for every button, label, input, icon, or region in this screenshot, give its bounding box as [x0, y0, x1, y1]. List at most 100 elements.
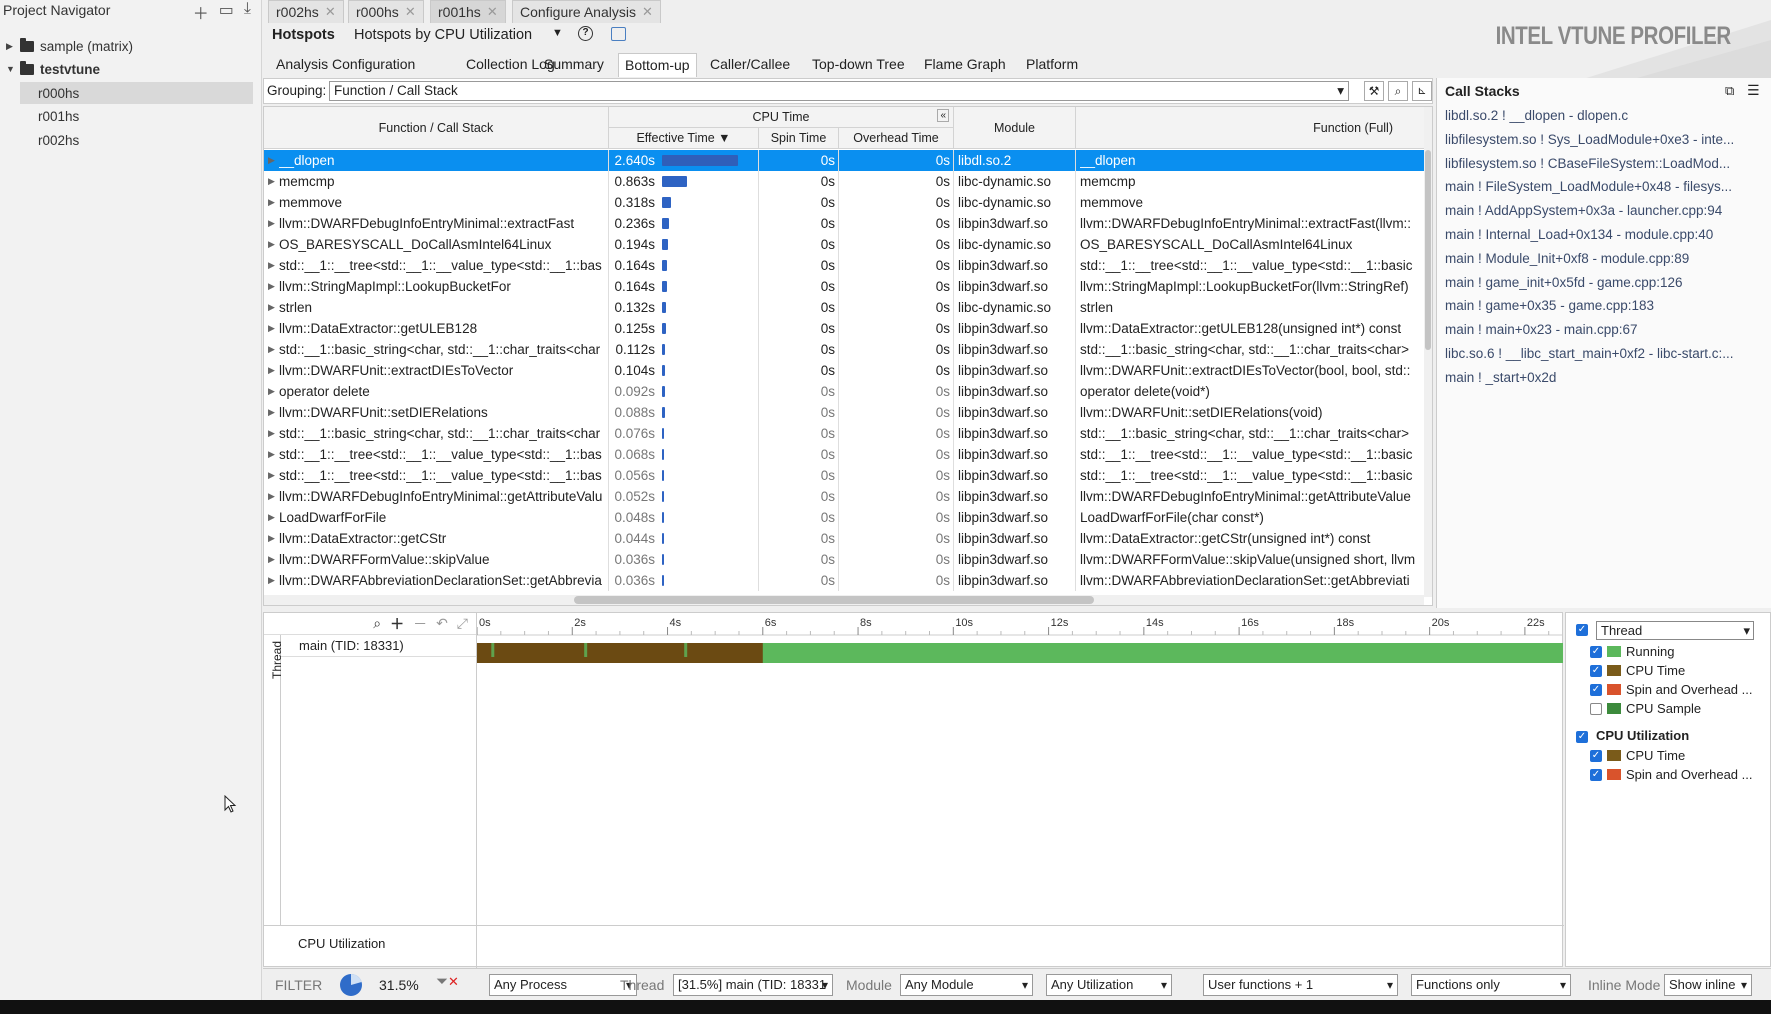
expand-arrow-icon[interactable]: ▶: [268, 213, 275, 234]
col-header-overhead-time[interactable]: Overhead Time: [839, 128, 954, 149]
tree-item-sample[interactable]: ▶ sample (matrix): [0, 35, 260, 57]
legend-checkbox[interactable]: ✓: [1590, 645, 1602, 658]
table-row[interactable]: ▶ llvm::DWARFFormValue::skipValue 0.036s 0s…: [264, 549, 1429, 570]
expand-arrow-icon[interactable]: ▶: [6, 41, 18, 52]
add-project-icon[interactable]: ＋: [193, 0, 209, 24]
collapse-column-icon[interactable]: «: [937, 109, 949, 122]
legend-checkbox[interactable]: ✓: [1590, 664, 1602, 677]
expand-arrow-icon[interactable]: ▶: [268, 234, 275, 255]
table-row[interactable]: ▶ llvm::DataExtractor::getULEB128 0.125s 0s…: [264, 318, 1429, 339]
table-row[interactable]: ▶ std::__1::__tree<std::__1::__value_type…: [264, 465, 1429, 486]
table-row[interactable]: ▶ strlen 0.132s 0s 0s libc-dynamic.so strlen: [264, 297, 1429, 318]
call-stack-frame[interactable]: libc.so.6 ! __libc_start_main+0xf2 - lib…: [1445, 342, 1763, 366]
legend-checkbox[interactable]: ✓: [1590, 749, 1602, 762]
legend-checkbox[interactable]: ✓: [1590, 683, 1602, 696]
tab-configure-analysis[interactable]: Configure Analysis ✕: [512, 0, 661, 23]
horizontal-scrollbar[interactable]: [264, 595, 1424, 605]
table-row[interactable]: ▶ LoadDwarfForFile 0.048s 0s 0s libpin3dwarf.…: [264, 507, 1429, 528]
scrollbar-thumb[interactable]: [574, 596, 1094, 604]
expand-arrow-icon[interactable]: ▶: [268, 528, 275, 549]
zoom-in-icon[interactable]: ＋: [390, 614, 404, 634]
expand-arrow-icon[interactable]: ▶: [268, 402, 275, 423]
call-stack-frame[interactable]: main ! Module_Init+0xf8 - module.cpp:89: [1445, 247, 1763, 271]
expand-arrow-icon[interactable]: ▶: [268, 339, 275, 360]
legend-item[interactable]: CPU Sample: [1590, 699, 1701, 718]
thread-row-label[interactable]: main (TID: 18331): [281, 635, 476, 657]
help-icon[interactable]: ?: [578, 26, 593, 41]
legend-item[interactable]: ✓ Running: [1590, 642, 1674, 661]
col-header-function[interactable]: Function / Call Stack: [264, 107, 609, 149]
table-row[interactable]: ▶ OS_BARESYSCALL_DoCallAsmIntel64Linux 0.1…: [264, 234, 1429, 255]
call-stack-frame[interactable]: main ! main+0x23 - main.cpp:67: [1445, 318, 1763, 342]
table-row[interactable]: ▶ __dlopen 2.640s 0s 0s libdl.so.2 __dlopen: [264, 150, 1429, 171]
table-row[interactable]: ▶ std::__1::__tree<std::__1::__value_type…: [264, 444, 1429, 465]
user-functions-select[interactable]: User functions + 1: [1203, 974, 1398, 996]
tree-item-r001hs[interactable]: r001hs: [0, 105, 260, 127]
compare-icon[interactable]: [611, 27, 626, 41]
inline-mode-select[interactable]: Show inline: [1664, 974, 1752, 996]
expand-arrow-icon[interactable]: ▶: [268, 465, 275, 486]
thread-filter-select[interactable]: [31.5%] main (TID: 18331: [673, 974, 833, 996]
tab-top-down-tree[interactable]: Top-down Tree: [806, 53, 911, 77]
call-stack-frame[interactable]: main ! AddAppSystem+0x3a - launcher.cpp:…: [1445, 199, 1763, 223]
table-row[interactable]: ▶ llvm::DWARFDebugInfoEntryMinimal::extra…: [264, 213, 1429, 234]
legend-group-select[interactable]: Thread ▾: [1596, 621, 1754, 640]
call-stack-frame[interactable]: main ! _start+0x2d: [1445, 366, 1763, 390]
table-row[interactable]: ▶ llvm::DWARFDebugInfoEntryMinimal::getAt…: [264, 486, 1429, 507]
scrollbar-thumb[interactable]: [1425, 150, 1431, 350]
timeline-chart[interactable]: 0s 2s 4s 6s 8s 10s 12s 14s 16s 18s 20s 22s: [477, 613, 1563, 968]
close-icon[interactable]: ✕: [325, 4, 336, 20]
table-row[interactable]: ▶ std::__1::basic_string<char, std::__1::…: [264, 339, 1429, 360]
call-stack-frame[interactable]: main ! FileSystem_LoadModule+0x48 - file…: [1445, 175, 1763, 199]
close-icon[interactable]: ✕: [487, 4, 498, 20]
reset-zoom-icon[interactable]: ⤢: [457, 615, 468, 632]
tab-r000hs[interactable]: r000hs ✕: [348, 0, 424, 23]
tree-item-r002hs[interactable]: r002hs: [0, 129, 260, 151]
expand-arrow-icon[interactable]: ▶: [268, 150, 275, 171]
expand-arrow-icon[interactable]: ▶: [268, 507, 275, 528]
expand-arrow-icon[interactable]: ▶: [268, 486, 275, 507]
table-row[interactable]: ▶ memcmp 0.863s 0s 0s libc-dynamic.so memcmp: [264, 171, 1429, 192]
table-row[interactable]: ▶ memmove 0.318s 0s 0s libc-dynamic.so memmove: [264, 192, 1429, 213]
col-header-module[interactable]: Module: [954, 107, 1076, 149]
folder-icon[interactable]: ▭: [219, 0, 234, 24]
close-icon[interactable]: ✕: [405, 4, 416, 20]
import-icon[interactable]: ⤓: [244, 0, 251, 24]
col-header-function-full[interactable]: Function (Full): [1076, 107, 1432, 149]
functions-only-select[interactable]: Functions only: [1411, 974, 1571, 996]
expand-arrow-icon[interactable]: ▶: [268, 549, 275, 570]
legend-item[interactable]: ✓ Spin and Overhead ...: [1590, 765, 1752, 784]
table-row[interactable]: ▶ llvm::DWARFAbbreviationDeclarationSet::…: [264, 570, 1429, 591]
expand-arrow-icon[interactable]: ▶: [268, 297, 275, 318]
table-row[interactable]: ▶ std::__1::basic_string<char, std::__1::…: [264, 423, 1429, 444]
expand-arrow-icon[interactable]: ▶: [268, 381, 275, 402]
legend-item[interactable]: ✓ Spin and Overhead ...: [1590, 680, 1752, 699]
call-stack-frame[interactable]: libfilesystem.so ! Sys_LoadModule+0xe3 -…: [1445, 128, 1763, 152]
undo-zoom-icon[interactable]: ↶: [436, 615, 448, 632]
expand-arrow-icon[interactable]: ▶: [268, 255, 275, 276]
table-row[interactable]: ▶ llvm::DataExtractor::getCStr 0.044s 0s 0s l…: [264, 528, 1429, 549]
tab-flame-graph[interactable]: Flame Graph: [918, 53, 1012, 77]
call-stack-frame[interactable]: main ! Internal_Load+0x134 - module.cpp:…: [1445, 223, 1763, 247]
legend-checkbox[interactable]: ✓: [1590, 768, 1602, 781]
grouping-select[interactable]: Function / Call Stack ▾: [329, 81, 1349, 101]
zoom-out-icon[interactable]: －: [413, 614, 427, 634]
table-row[interactable]: ▶ operator delete 0.092s 0s 0s libpin3dwarf.s…: [264, 381, 1429, 402]
expand-arrow-icon[interactable]: ▶: [268, 276, 275, 297]
call-stack-frame[interactable]: main ! game+0x35 - game.cpp:183: [1445, 294, 1763, 318]
module-filter-select[interactable]: Any Module: [900, 974, 1033, 996]
tab-platform[interactable]: Platform: [1020, 53, 1084, 77]
legend-item[interactable]: ✓ CPU Time: [1590, 746, 1685, 765]
dropdown-arrow-icon[interactable]: ▼: [552, 27, 563, 39]
utilization-filter-select[interactable]: Any Utilization: [1046, 974, 1172, 996]
expand-arrow-icon[interactable]: ▶: [268, 423, 275, 444]
expand-arrow-icon[interactable]: ▶: [268, 192, 275, 213]
table-row[interactable]: ▶ llvm::StringMapImpl::LookupBucketFor 0.1…: [264, 276, 1429, 297]
copy-icon[interactable]: ⧉: [1725, 83, 1734, 99]
search-icon[interactable]: ⌕: [1388, 81, 1408, 101]
expand-tree-icon[interactable]: ⊾: [1412, 81, 1432, 101]
expand-arrow-icon[interactable]: ▶: [268, 171, 275, 192]
legend-checkbox[interactable]: [1590, 702, 1602, 715]
call-stack-frame[interactable]: main ! game_init+0x5fd - game.cpp:126: [1445, 271, 1763, 295]
clear-filter-icon[interactable]: ⏷✕: [436, 973, 459, 990]
